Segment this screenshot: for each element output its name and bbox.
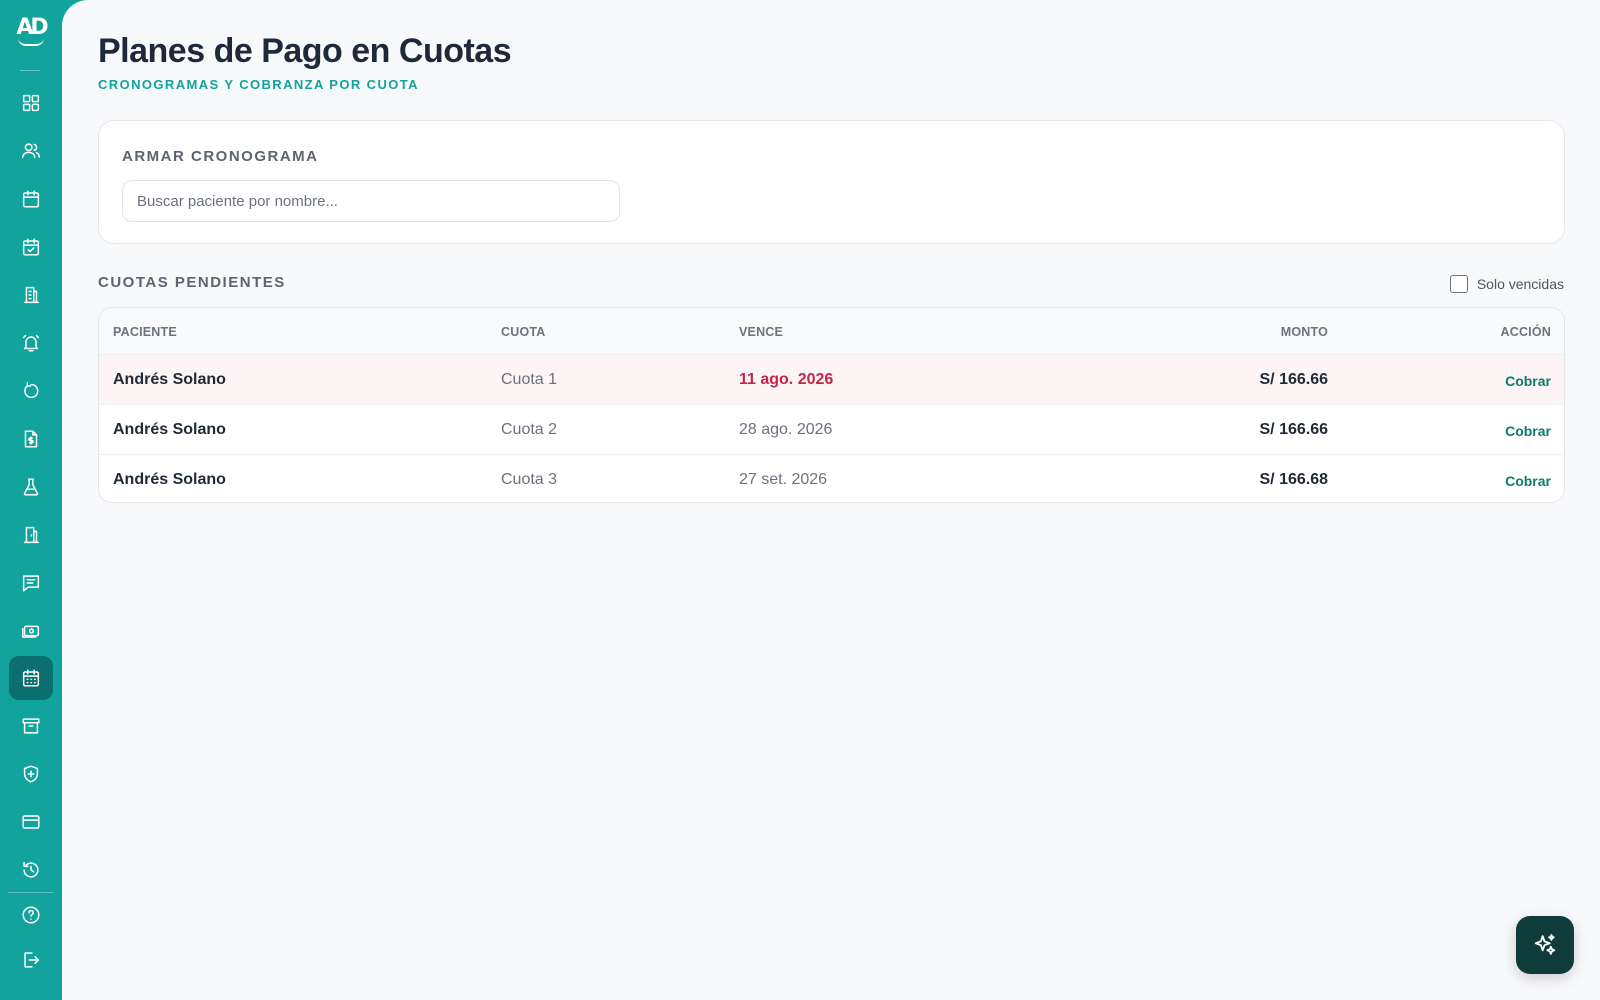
row-patient: Andrés Solano xyxy=(113,471,226,488)
row-patient: Andrés Solano xyxy=(113,371,226,388)
installments-calendar-icon xyxy=(22,669,40,687)
cash-icon xyxy=(22,625,40,638)
dashboard-grid-icon xyxy=(22,94,40,112)
page-subtitle: CRONOGRAMAS Y COBRANZA POR CUOTA xyxy=(98,77,419,92)
row-quota: Cuota 2 xyxy=(501,421,558,438)
charge-button[interactable]: Cobrar xyxy=(1505,473,1551,489)
overdue-only-checkbox[interactable] xyxy=(1449,275,1468,293)
sidebar-item-messages[interactable] xyxy=(9,561,53,605)
sidebar-item-archive[interactable] xyxy=(9,704,53,748)
row-quota: Cuota 3 xyxy=(501,471,558,488)
sidebar-item-invoices[interactable] xyxy=(9,417,53,461)
logout-icon xyxy=(24,952,40,968)
shield-plus-icon xyxy=(23,765,39,783)
calendar-icon xyxy=(22,190,40,208)
column-header-action: ACCIÓN xyxy=(1500,325,1551,339)
table-row: Andrés Solano Cuota 3 27 set. 2026 S/ 16… xyxy=(99,455,1564,502)
main-panel: Planes de Pago en Cuotas CRONOGRAMAS Y C… xyxy=(62,0,1600,1000)
ai-assistant-button[interactable] xyxy=(1516,916,1574,974)
sidebar-item-payments[interactable] xyxy=(9,800,53,844)
calendar-check-icon xyxy=(22,238,40,256)
sidebar-item-installments[interactable] xyxy=(9,656,53,700)
table-header: PACIENTE CUOTA VENCE MONTO ACCIÓN xyxy=(99,308,1564,355)
invoice-icon xyxy=(24,430,38,448)
row-due-date-overdue: 11 ago. 2026 xyxy=(739,371,834,388)
archive-icon xyxy=(22,718,40,734)
sidebar-item-alerts[interactable] xyxy=(9,321,53,365)
pending-installments-table: PACIENTE CUOTA VENCE MONTO ACCIÓN Andrés… xyxy=(98,307,1565,503)
sidebar: AD xyxy=(0,0,62,1000)
patients-icon xyxy=(22,143,40,159)
sidebar-item-history[interactable] xyxy=(9,848,53,892)
charge-button[interactable]: Cobrar xyxy=(1505,423,1551,439)
sidebar-item-lab[interactable] xyxy=(9,465,53,509)
sidebar-item-rooms[interactable] xyxy=(9,513,53,557)
refresh-icon xyxy=(24,382,39,399)
pending-installments-title: CUOTAS PENDIENTES xyxy=(98,274,286,291)
sidebar-item-calendar[interactable] xyxy=(9,177,53,221)
sidebar-item-dashboard[interactable] xyxy=(9,81,53,125)
bell-alarm-icon xyxy=(22,334,40,352)
row-quota: Cuota 1 xyxy=(501,371,558,388)
page-title: Planes de Pago en Cuotas xyxy=(98,32,512,70)
messages-icon xyxy=(22,575,40,592)
column-header-patient: PACIENTE xyxy=(113,325,177,339)
table-row: Andrés Solano Cuota 1 11 ago. 2026 S/ 16… xyxy=(99,355,1564,405)
sidebar-item-refresh[interactable] xyxy=(9,369,53,413)
row-amount: S/ 166.66 xyxy=(1259,371,1329,388)
row-patient: Andrés Solano xyxy=(113,421,226,438)
schedule-builder-title: ARMAR CRONOGRAMA xyxy=(122,148,319,165)
help-icon xyxy=(22,906,40,924)
sidebar-item-insurance[interactable] xyxy=(9,752,53,796)
column-header-due: VENCE xyxy=(739,325,784,339)
ai-sparkles-icon xyxy=(1534,934,1556,955)
sidebar-item-logout[interactable] xyxy=(9,938,53,982)
credit-card-icon xyxy=(22,815,40,829)
row-amount: S/ 166.68 xyxy=(1259,471,1329,488)
sidebar-item-help[interactable] xyxy=(9,893,53,937)
building-icon xyxy=(23,286,40,304)
overdue-only-label: Solo vencidas xyxy=(1476,276,1564,292)
sidebar-item-appointments[interactable] xyxy=(9,225,53,269)
schedule-builder-card: ARMAR CRONOGRAMA xyxy=(98,120,1565,244)
column-header-quota: CUOTA xyxy=(501,325,546,339)
patient-search-input[interactable] xyxy=(122,180,620,222)
sidebar-item-patients[interactable] xyxy=(9,129,53,173)
row-due-date: 28 ago. 2026 xyxy=(739,421,833,438)
logo-text: AD xyxy=(16,15,48,40)
row-amount: S/ 166.66 xyxy=(1259,421,1329,438)
sidebar-item-building[interactable] xyxy=(9,273,53,317)
history-icon xyxy=(23,861,39,878)
overdue-only-filter[interactable]: Solo vencidas xyxy=(1449,275,1564,293)
door-icon xyxy=(23,526,40,544)
table-row: Andrés Solano Cuota 2 28 ago. 2026 S/ 16… xyxy=(99,405,1564,455)
column-header-amount: MONTO xyxy=(1280,325,1328,339)
charge-button[interactable]: Cobrar xyxy=(1505,373,1551,389)
app-logo[interactable]: AD xyxy=(12,14,50,58)
sidebar-divider xyxy=(20,70,40,71)
sidebar-item-cash[interactable] xyxy=(9,609,53,653)
row-due-date: 27 set. 2026 xyxy=(739,471,828,488)
lab-flask-icon xyxy=(23,478,39,496)
